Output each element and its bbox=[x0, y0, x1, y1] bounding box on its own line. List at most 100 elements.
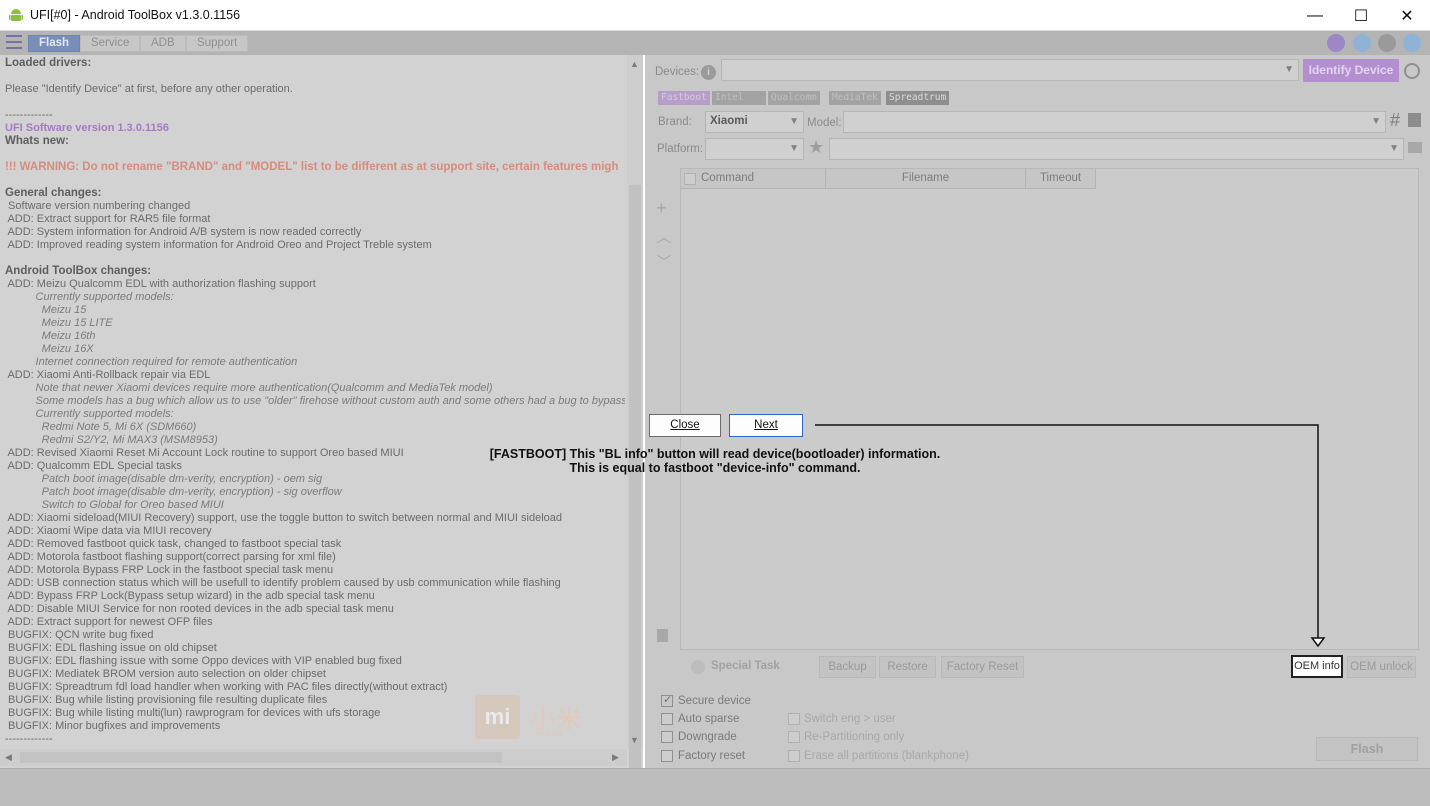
scroll-thumb-horizontal[interactable] bbox=[20, 752, 502, 763]
log-line: BUGFIX: EDL flashing issue on old chipse… bbox=[5, 642, 217, 654]
log-line: ADD: Xiaomi Wipe data via MIUI recovery bbox=[5, 525, 212, 537]
brand-dropdown[interactable]: Xiaomi ▼ bbox=[705, 111, 804, 133]
chevron-down-icon: ▼ bbox=[789, 116, 799, 127]
command-header-label: Command bbox=[701, 172, 755, 184]
column-header-command[interactable]: Command bbox=[681, 169, 826, 189]
flash-button[interactable]: Flash bbox=[1316, 737, 1418, 761]
scroll-thumb[interactable] bbox=[629, 185, 641, 780]
column-header-filename[interactable]: Filename bbox=[826, 169, 1026, 189]
brand-label: Brand: bbox=[658, 116, 692, 128]
log-line: ADD: Extract support for RAR5 file forma… bbox=[5, 213, 211, 225]
log-line: Internet connection required for remote … bbox=[5, 356, 298, 368]
log-line: BUGFIX: Mediatek BROM version auto selec… bbox=[5, 668, 326, 680]
repartitioning-checkbox[interactable] bbox=[788, 731, 800, 743]
backup-button[interactable]: Backup bbox=[819, 656, 876, 678]
tab-flash[interactable]: Flash bbox=[28, 35, 81, 52]
model-dropdown[interactable]: ▼ bbox=[843, 111, 1386, 133]
hash-icon[interactable]: # bbox=[1390, 110, 1400, 131]
log-line: ADD: Improved reading system information… bbox=[5, 239, 432, 251]
globe-icon[interactable] bbox=[1327, 34, 1345, 52]
close-icon: ✕ bbox=[1400, 7, 1414, 25]
switch-eng-user-label: Switch eng > user bbox=[804, 713, 896, 725]
maximize-icon: ☐ bbox=[1353, 7, 1369, 25]
chevron-down-icon: ▼ bbox=[1371, 116, 1381, 127]
terminal-icon[interactable] bbox=[1408, 113, 1421, 127]
select-all-checkbox[interactable] bbox=[684, 173, 696, 185]
menu-bar: Flash Service ADB Support bbox=[0, 31, 1430, 55]
log-line: Please "Identify Device" at first, befor… bbox=[5, 83, 293, 95]
folder-icon[interactable] bbox=[1408, 142, 1422, 153]
info-icon[interactable]: i bbox=[701, 65, 716, 80]
title-bar: UFI[#0] - Android ToolBox v1.3.0.1156 — … bbox=[0, 0, 1430, 31]
log-line: ADD: Xiaomi sideload(MIUI Recovery) supp… bbox=[5, 512, 562, 524]
log-line: Loaded drivers: bbox=[5, 57, 92, 69]
log-text: Loaded drivers: Please "Identify Device"… bbox=[5, 57, 625, 785]
auto-sparse-label: Auto sparse bbox=[678, 713, 740, 725]
factory-reset-checkbox[interactable] bbox=[661, 750, 673, 762]
log-line: BUGFIX: EDL flashing issue with some Opp… bbox=[5, 655, 402, 667]
log-vertical-scrollbar[interactable]: ▲ ▼ bbox=[627, 55, 643, 780]
log-line: Meizu 16X bbox=[5, 343, 94, 355]
move-up-icon[interactable]: ︿ bbox=[657, 227, 671, 247]
log-line: !!! WARNING: Do not rename "BRAND" and "… bbox=[5, 161, 619, 173]
platform-chip-intel[interactable]: Intel bbox=[712, 91, 766, 105]
log-line: ADD: USB connection status which will be… bbox=[5, 577, 561, 589]
downgrade-checkbox[interactable] bbox=[661, 731, 673, 743]
platform-label: Platform: bbox=[657, 143, 704, 155]
firmware-dropdown[interactable]: ▼ bbox=[829, 138, 1404, 160]
log-line: ADD: Removed fastboot quick task, change… bbox=[5, 538, 342, 550]
brand-value: Xiaomi bbox=[710, 115, 748, 127]
secure-device-checkbox[interactable]: ✓ bbox=[661, 694, 673, 707]
auto-sparse-checkbox[interactable] bbox=[661, 713, 673, 725]
erase-all-checkbox[interactable] bbox=[788, 750, 800, 762]
platform-chip-spreadtrum[interactable]: Spreadtrum bbox=[886, 91, 950, 105]
scroll-right-icon[interactable]: ▶ bbox=[612, 752, 619, 763]
minimize-button[interactable]: — bbox=[1292, 0, 1338, 31]
platform-chip-fastboot[interactable]: Fastboot bbox=[658, 91, 710, 105]
devices-dropdown[interactable]: ▼ bbox=[721, 59, 1299, 81]
platform-chip-mediatek[interactable]: MediaTek bbox=[829, 91, 881, 105]
scroll-up-icon[interactable]: ▲ bbox=[630, 59, 639, 69]
scroll-left-icon[interactable]: ◀ bbox=[5, 752, 12, 763]
hamburger-menu-icon[interactable] bbox=[6, 35, 22, 49]
log-line: ADD: Motorola fastboot flashing support(… bbox=[5, 551, 336, 563]
settings-gear-icon[interactable] bbox=[1403, 34, 1421, 52]
tab-adb[interactable]: ADB bbox=[140, 35, 186, 52]
tutorial-next-button[interactable]: Next bbox=[729, 414, 803, 437]
switch-eng-user-checkbox[interactable] bbox=[788, 713, 800, 725]
restore-button[interactable]: Restore bbox=[879, 656, 936, 678]
column-header-timeout[interactable]: Timeout bbox=[1026, 169, 1096, 189]
devices-label: Devices: bbox=[655, 66, 700, 78]
factory-reset-button[interactable]: Factory Reset bbox=[941, 656, 1024, 678]
log-horizontal-scrollbar[interactable]: ◀ ▶ bbox=[0, 749, 627, 766]
log-line: Meizu 16th bbox=[5, 330, 96, 342]
star-icon[interactable]: ★ bbox=[808, 137, 824, 158]
platform-dropdown[interactable]: ▼ bbox=[705, 138, 804, 160]
download-icon[interactable] bbox=[1353, 34, 1371, 52]
tutorial-close-button[interactable]: Close bbox=[649, 414, 721, 437]
close-button[interactable]: ✕ bbox=[1384, 0, 1430, 31]
trash-icon[interactable] bbox=[657, 629, 668, 642]
log-line: Meizu 15 LITE bbox=[5, 317, 113, 329]
info-icon[interactable] bbox=[1378, 34, 1396, 52]
special-task-label[interactable]: Special Task bbox=[711, 660, 780, 672]
log-line: UFI Software version 1.3.0.1156 bbox=[5, 122, 169, 134]
add-icon[interactable]: + bbox=[656, 198, 667, 219]
repartitioning-label: Re-Partitioning only bbox=[804, 731, 905, 743]
maximize-button[interactable]: ☐ bbox=[1338, 0, 1384, 31]
log-line: Switch to Global for Oreo based MIUI bbox=[5, 499, 224, 511]
tab-support[interactable]: Support bbox=[186, 35, 249, 52]
oem-unlock-button[interactable]: OEM unlock bbox=[1347, 656, 1416, 678]
factory-reset-label: Factory reset bbox=[678, 750, 746, 762]
move-down-icon[interactable]: ﹀ bbox=[657, 252, 671, 272]
model-label: Model: bbox=[807, 117, 842, 129]
log-line: Redmi S2/Y2, Mi MAX3 (MSM8953) bbox=[5, 434, 218, 446]
platform-chip-qualcomm[interactable]: Qualcomm bbox=[768, 91, 820, 105]
identify-device-button[interactable]: Identify Device bbox=[1303, 59, 1399, 82]
scroll-down-icon[interactable]: ▼ bbox=[630, 735, 639, 745]
checkmark-icon: ✓ bbox=[663, 694, 673, 706]
power-icon[interactable] bbox=[1404, 63, 1420, 79]
tab-service[interactable]: Service bbox=[80, 35, 141, 52]
oem-info-button[interactable]: OEM info bbox=[1291, 655, 1343, 678]
